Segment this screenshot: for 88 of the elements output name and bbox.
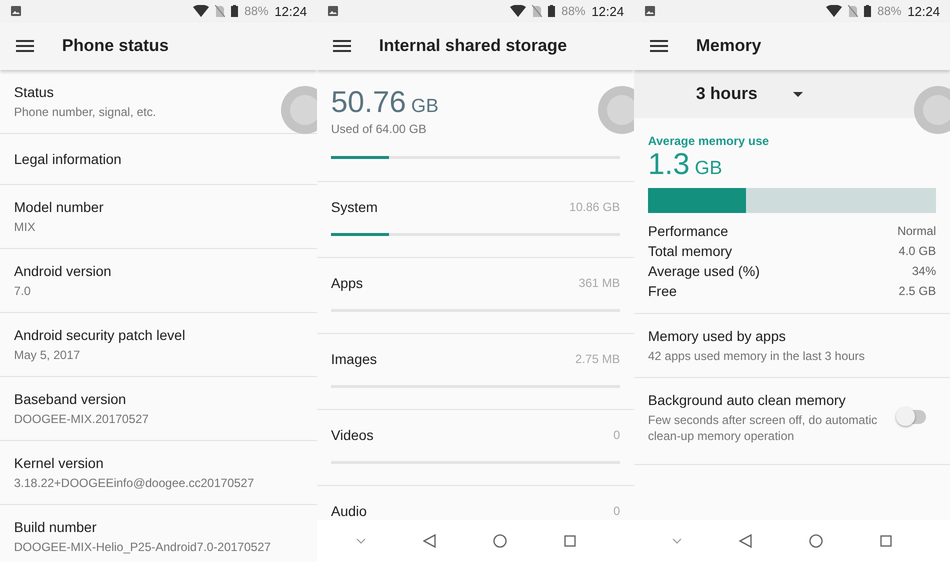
stat-label: Free xyxy=(648,282,677,301)
item-title: Android security patch level xyxy=(14,326,186,345)
category-size: 2.75 MB xyxy=(575,352,620,366)
item-subtitle: DOOGEE-MIX-Helio_P25-Android7.0-20170527 xyxy=(14,539,271,555)
storage-category[interactable]: Images 2.75 MB xyxy=(317,334,634,410)
item-title: Memory used by apps xyxy=(648,327,787,346)
chevron-down-icon xyxy=(356,538,366,544)
item-title: Background auto clean memory xyxy=(648,391,847,410)
item-title: Kernel version xyxy=(14,454,104,473)
item-subtitle: Phone number, signal, etc. xyxy=(14,104,156,120)
clock-time: 12:24 xyxy=(274,4,307,18)
battery-percent: 88% xyxy=(561,4,586,18)
stat-value: 4.0 GB xyxy=(898,243,936,260)
item-subtitle: 42 apps used memory in the last 3 hours xyxy=(648,348,865,364)
item-subtitle: MIX xyxy=(14,219,36,235)
item-subtitle: May 5, 2017 xyxy=(14,347,82,363)
no-sim-icon xyxy=(532,5,542,17)
item-title: Model number xyxy=(14,198,104,217)
item-subtitle: 3.18.22+DOOGEEinfo@doogee.cc20170527 xyxy=(14,475,254,491)
recents-icon xyxy=(880,535,892,547)
memory-amount: 1.3 xyxy=(648,148,690,182)
item-title: Android version xyxy=(14,262,112,281)
stat-value: 2.5 GB xyxy=(898,283,936,300)
storage-category[interactable]: System 10.86 GB xyxy=(317,182,634,258)
chevron-down-icon xyxy=(672,538,682,544)
section-heading: Average memory use xyxy=(648,134,770,148)
screen-title: Memory xyxy=(696,36,762,56)
no-sim-icon xyxy=(215,5,226,17)
battery-percent: 88% xyxy=(244,4,268,18)
period-dropdown[interactable]: 3 hours xyxy=(634,70,950,118)
battery-icon xyxy=(864,5,872,17)
wifi-icon xyxy=(826,5,842,17)
category-size: 0 xyxy=(613,428,620,442)
item-subtitle: Few seconds after screen off, do automatic clean-up memory operation xyxy=(648,412,878,444)
back-icon xyxy=(739,534,752,548)
item-title: Build number xyxy=(14,518,98,537)
menu-icon xyxy=(650,39,668,53)
caret-icon xyxy=(793,92,804,96)
image-icon xyxy=(644,5,656,17)
stat-label: Average used (%) xyxy=(648,262,760,281)
toggle-switch[interactable] xyxy=(898,410,926,424)
clock-time: 12:24 xyxy=(591,4,624,18)
stat-value: 34% xyxy=(912,263,936,280)
category-size: 0 xyxy=(613,504,620,518)
used-caption: Used of 64.00 GB xyxy=(331,122,428,136)
battery-icon xyxy=(548,5,556,17)
home-icon xyxy=(808,534,823,548)
item-subtitle: DOOGEE-MIX.20170527 xyxy=(14,411,149,427)
item-title: Status xyxy=(14,83,55,102)
floating-touch-menu[interactable] xyxy=(914,86,950,134)
period-value: 3 hours xyxy=(696,84,758,104)
battery-percent: 88% xyxy=(877,4,902,18)
settings-item[interactable]: Background auto clean memory Few seconds after screen off, do automatic clean-up memory operation xyxy=(634,378,950,465)
category-size: 10.86 GB xyxy=(569,200,620,214)
screen-title: Internal shared storage xyxy=(379,36,568,56)
storage-category[interactable]: Apps 361 MB xyxy=(317,258,634,334)
category-size: 361 MB xyxy=(578,276,620,290)
menu-icon xyxy=(333,39,351,53)
category-label: Images xyxy=(331,350,377,369)
floating-touch-menu[interactable] xyxy=(281,86,317,134)
screen-title: Phone status xyxy=(62,36,169,56)
category-label: System xyxy=(331,198,378,217)
clock-time: 12:24 xyxy=(907,4,940,18)
stat-label: Performance xyxy=(648,222,728,241)
image-icon xyxy=(10,5,22,17)
back-icon xyxy=(422,534,436,548)
stat-label: Total memory xyxy=(648,242,732,261)
wifi-icon xyxy=(193,5,210,17)
settings-item[interactable]: Memory used by apps 42 apps used memory in the last 3 hours xyxy=(634,314,950,378)
storage-category[interactable]: Videos 0 xyxy=(317,410,634,486)
wifi-icon xyxy=(510,5,526,17)
category-label: Audio xyxy=(331,502,367,520)
item-title: Legal information xyxy=(14,150,122,169)
category-label: Apps xyxy=(331,274,363,293)
used-unit: GB xyxy=(411,96,439,118)
battery-icon xyxy=(231,5,238,17)
stat-value: Normal xyxy=(897,223,936,240)
home-icon xyxy=(492,534,506,548)
item-title: Baseband version xyxy=(14,390,128,409)
memory-unit: GB xyxy=(694,158,722,180)
menu-icon xyxy=(16,39,34,53)
image-icon xyxy=(327,5,339,17)
no-sim-icon xyxy=(848,5,858,17)
recents-icon xyxy=(564,535,576,547)
category-label: Videos xyxy=(331,426,374,445)
floating-touch-menu[interactable] xyxy=(598,86,634,134)
used-amount: 50.76 xyxy=(331,86,406,120)
item-subtitle: 7.0 xyxy=(14,283,32,299)
